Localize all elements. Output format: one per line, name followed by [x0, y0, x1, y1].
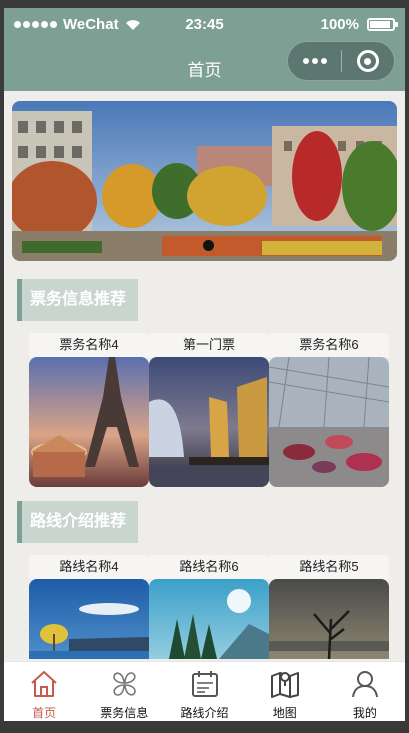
ticket-card[interactable]: 票务名称4: [29, 333, 149, 487]
tab-label: 首页: [32, 706, 57, 720]
tab-label: 路线介绍: [180, 706, 229, 720]
card-name: 票务名称6: [269, 333, 389, 357]
home-content[interactable]: 票务信息推荐 票务名称4 第一门票 票务名称6 路线介绍推荐 路线名称4 路线名…: [4, 91, 405, 659]
calendar-icon: [191, 671, 218, 697]
card-name: 路线名称5: [269, 555, 389, 579]
battery-percent: 100%: [320, 16, 359, 33]
ticket-card[interactable]: 第一门票: [149, 333, 269, 487]
phone-screen: WeChat 23:45 100% 首页 票务信息推荐 票务名称4 第一门票 票…: [4, 8, 405, 721]
map-icon: [270, 672, 299, 698]
route-card[interactable]: 路线名称4: [29, 555, 149, 659]
tab-label: 地图: [272, 706, 297, 720]
ticket-card[interactable]: 票务名称6: [269, 333, 389, 487]
tab-label: 我的: [352, 706, 377, 720]
carousel-indicator[interactable]: [203, 240, 214, 251]
card-name: 路线名称6: [149, 555, 269, 579]
route-card-list: 路线名称4 路线名称6 路线名称5: [29, 555, 389, 659]
home-icon: [31, 671, 57, 697]
bottom-tab-bar: 首页 票务信息 路线介绍 地图 我的: [4, 661, 405, 721]
section-title-tickets: 票务信息推荐: [17, 279, 138, 321]
bumper-cars-image: [269, 357, 389, 487]
tab-routes[interactable]: 路线介绍: [164, 662, 244, 721]
mini-program-capsule: [287, 41, 395, 81]
sailboats-image: [149, 357, 269, 487]
mountain-lake-image: [149, 579, 269, 659]
section-title-routes: 路线介绍推荐: [17, 501, 138, 543]
lone-tree-image: [269, 579, 389, 659]
campus-autumn-image: [12, 101, 397, 261]
card-name: 第一门票: [149, 333, 269, 357]
route-card[interactable]: 路线名称5: [269, 555, 389, 659]
clover-icon: [113, 672, 137, 696]
tab-map[interactable]: 地图: [245, 662, 325, 721]
route-card[interactable]: 路线名称6: [149, 555, 269, 659]
eiffel-tower-image: [29, 357, 149, 487]
user-icon: [351, 671, 378, 698]
status-bar: WeChat 23:45 100%: [4, 8, 405, 42]
tab-tickets[interactable]: 票务信息: [84, 662, 164, 721]
lake-tree-image: [29, 579, 149, 659]
close-mini-program-button[interactable]: [342, 50, 394, 72]
tab-label: 票务信息: [100, 706, 149, 720]
ticket-card-list: 票务名称4 第一门票 票务名称6: [29, 333, 389, 487]
battery-info: 100%: [320, 16, 398, 33]
top-bar: WeChat 23:45 100% 首页: [4, 8, 405, 91]
more-icon[interactable]: [288, 58, 341, 64]
banner-carousel[interactable]: [12, 101, 397, 261]
card-name: 路线名称4: [29, 555, 149, 579]
card-name: 票务名称4: [29, 333, 149, 357]
tab-profile[interactable]: 我的: [325, 662, 405, 721]
battery-icon: [367, 18, 398, 31]
tab-home[interactable]: 首页: [4, 662, 84, 721]
target-icon: [356, 50, 379, 72]
